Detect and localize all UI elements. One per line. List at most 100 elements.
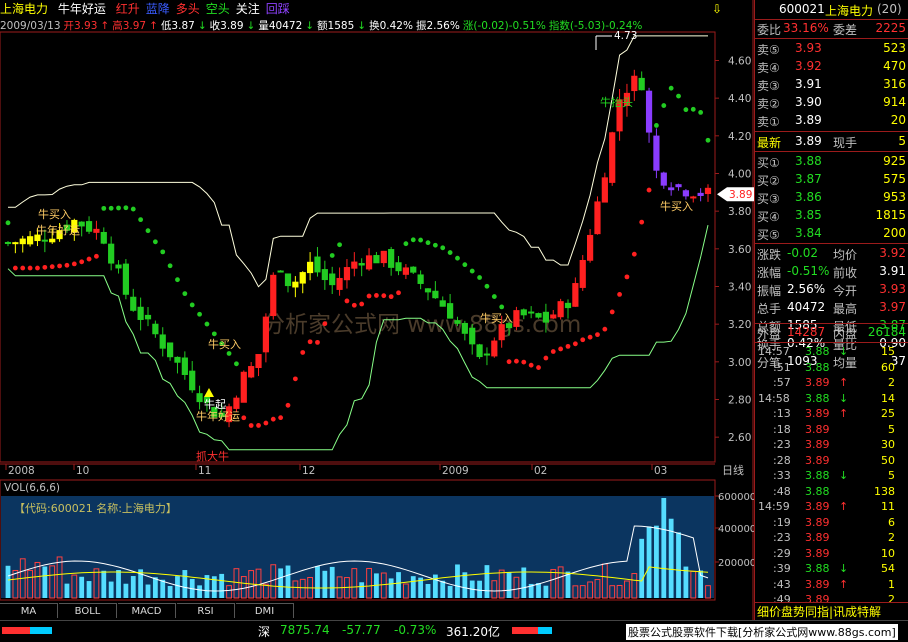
latest-value: 3.89 <box>795 134 822 148</box>
trend-dot <box>86 256 92 262</box>
tick-time: :23 <box>773 531 791 544</box>
last-price-tag-value: 3.89 <box>729 189 752 201</box>
candle <box>122 259 129 300</box>
trend-dot <box>182 291 188 297</box>
tick-price: 3.88 <box>805 484 830 498</box>
signal-5: 回踩 <box>265 2 290 16</box>
stat-label: 总手 <box>757 302 782 316</box>
stat-label: 涨幅 <box>757 266 782 280</box>
stat-value: 3.91 <box>879 264 906 278</box>
tick-row: :13 3.89 ↑ 25 <box>755 407 908 423</box>
tab-dmi[interactable]: DMI <box>236 603 294 618</box>
price-axis-label: 3.40 <box>728 281 751 293</box>
buy-arrow-icon <box>204 388 214 397</box>
tick-time: :43 <box>773 577 791 591</box>
candle <box>682 189 689 200</box>
tick-volume: 1 <box>888 577 895 591</box>
candle <box>668 182 675 196</box>
ticker-marquee[interactable]: 股票公式股票软件下载[分析家公式网www.88gs.com] <box>626 624 898 640</box>
trend-dot <box>565 343 571 349</box>
candle <box>159 327 166 357</box>
tick-time: :33 <box>773 469 791 482</box>
volume-bar <box>506 572 512 598</box>
price-axis-label: 3.80 <box>728 206 751 218</box>
stat-value: 3.97 <box>879 300 906 314</box>
panel-sep <box>755 243 908 244</box>
trend-dot <box>366 293 372 299</box>
trend-dot <box>595 332 600 338</box>
tick-price: 3.88 <box>805 391 830 405</box>
stat-label: 振幅 <box>757 284 782 298</box>
tick-time: :19 <box>773 515 791 529</box>
trend-dot <box>5 220 11 226</box>
candle <box>240 370 247 403</box>
candle <box>491 337 498 358</box>
tick-time: :13 <box>773 407 791 420</box>
info-item-8: ↓ <box>246 20 256 32</box>
tick-direction: ↓ <box>839 345 849 358</box>
candle <box>351 252 358 277</box>
volume-axis-label: 200000 <box>718 558 754 569</box>
buy-signal-label: 牛买入 <box>480 311 513 325</box>
bull-head-label: 牛抬头 <box>600 95 633 109</box>
candle <box>336 267 343 296</box>
trend-dot <box>440 245 446 251</box>
volume-bar <box>315 566 320 598</box>
volume-bar <box>396 572 401 598</box>
volume-bar <box>322 570 328 598</box>
candle <box>299 271 306 294</box>
sell-row-1: 卖① 3.89 20 <box>755 112 908 130</box>
tab-ma[interactable]: MA <box>0 603 58 618</box>
stat-value: 3.93 <box>879 282 906 296</box>
tick-volume: 60 <box>881 360 895 374</box>
index-value: 7875.74 <box>280 623 330 637</box>
tab-boll[interactable]: BOLL <box>59 603 117 618</box>
period-label[interactable]: 日线 <box>722 463 744 477</box>
volume-bar <box>167 585 173 598</box>
trend-dot <box>79 259 85 265</box>
date-axis-label: 11 <box>198 465 211 477</box>
trend-dot <box>491 294 497 299</box>
signal-4: 关注 <box>235 2 260 16</box>
date-axis-label: 03 <box>654 465 667 477</box>
tab-macd[interactable]: MACD <box>118 603 176 618</box>
tick-row: :48 3.88 138 <box>755 485 908 501</box>
kline-chart[interactable]: ⇩4.604.404.204.003.803.603.403.203.002.8… <box>0 0 754 620</box>
tick-direction: ↑ <box>839 376 849 389</box>
candle <box>697 188 704 202</box>
date-axis-label: 12 <box>302 465 315 477</box>
candle <box>115 260 122 274</box>
trend-dot <box>455 255 460 261</box>
candle <box>321 260 328 290</box>
stat-label: 前收 <box>833 266 858 280</box>
info-item-16: 指数(-5.03)-0.24% <box>548 20 643 32</box>
trend-dot <box>550 349 556 354</box>
buy-label: 买④ <box>757 210 780 224</box>
tick-direction: ↑ <box>839 577 849 591</box>
trend-dot <box>410 237 416 243</box>
info-item-10: ↓ <box>305 20 315 32</box>
candle <box>108 236 115 271</box>
price-axis-label: 4.20 <box>728 131 751 143</box>
tick-volume: 14 <box>881 391 895 405</box>
tick-time: :29 <box>773 546 791 560</box>
trend-dot <box>101 205 107 211</box>
trend-dot <box>698 110 704 115</box>
tab-rsi[interactable]: RSI <box>177 603 235 618</box>
trend-dot <box>705 137 711 143</box>
candle <box>660 171 667 189</box>
trend-dot <box>292 376 298 382</box>
buy-row-1: 买① 3.88 925 <box>755 153 908 171</box>
candle <box>513 306 520 331</box>
candle <box>476 343 483 359</box>
candle <box>358 258 365 277</box>
panel-bottom-tabs[interactable]: 细价盘势同指|讯成特解 <box>755 602 908 620</box>
signal-1: 蓝降 <box>145 2 170 16</box>
volume-bar <box>543 585 549 598</box>
volume-bar <box>329 566 335 598</box>
buy-price: 3.86 <box>795 190 822 204</box>
buy-row-4: 买④ 3.85 1815 <box>755 207 908 225</box>
trend-dot <box>499 304 505 310</box>
tick-price: 3.88 <box>805 469 830 482</box>
status-bar-red-block-2 <box>512 627 538 634</box>
